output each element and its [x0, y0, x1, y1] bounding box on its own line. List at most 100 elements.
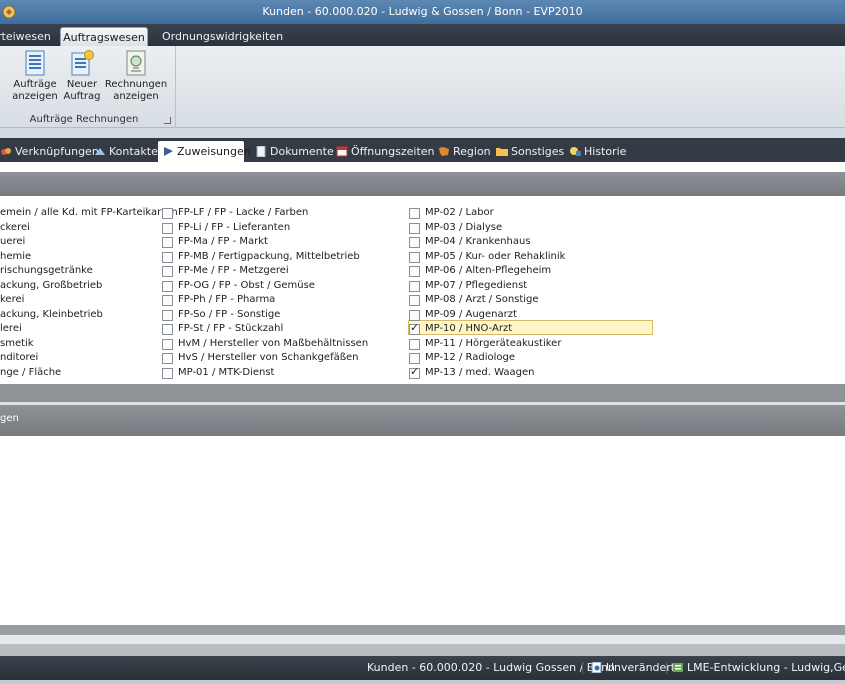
- tab-zuweisungen[interactable]: Zuweisungen: [158, 141, 251, 162]
- button-label-line1: Neuer: [66, 79, 98, 90]
- tab-sonstiges[interactable]: Sonstiges: [496, 141, 564, 162]
- history-icon: [569, 146, 581, 157]
- lower-section-title: gen: [0, 413, 19, 424]
- checklist-item-label: MP-01 / MTK-Dienst: [178, 366, 275, 378]
- checklist-item-label: HvM / Hersteller von Maßbehältnissen: [178, 337, 369, 349]
- checklist-item-label: FP-Me / FP - Metzgerei: [178, 265, 289, 276]
- title-bar: Kunden - 60.000.020 - Ludwig & Gossen / …: [0, 0, 845, 24]
- button-label-line1: Aufträge: [13, 79, 57, 90]
- tab-label: Sonstiges: [511, 145, 565, 158]
- checkbox[interactable]: [409, 280, 420, 292]
- list-item-label: ackung, Kleinbetrieb: [0, 308, 103, 320]
- checkbox[interactable]: [409, 338, 420, 350]
- folder-icon: [496, 146, 508, 157]
- lower-footer-bar: [0, 625, 845, 635]
- checkbox[interactable]: [409, 295, 420, 306]
- checkbox[interactable]: [162, 237, 173, 248]
- spacer-strip: [0, 635, 845, 644]
- tab-historie[interactable]: Historie: [569, 141, 626, 162]
- checkbox[interactable]: [409, 366, 420, 379]
- tab-label: Historie: [584, 145, 627, 158]
- region-icon: [438, 146, 450, 157]
- button-label-line2: anzeigen: [113, 91, 159, 102]
- ribbon-group-auftraege: Aufträge anzeigen Neuer Auftrag Rechnung…: [0, 46, 176, 128]
- checklist-item-label: MP-02 / Labor: [425, 207, 494, 218]
- lower-content-pane: [0, 436, 845, 624]
- checklist-item-label: MP-06 / Alten-Pflegeheim: [425, 265, 552, 276]
- checklist-item-label: FP-Ph / FP - Pharma: [178, 294, 276, 305]
- checkbox[interactable]: [162, 222, 173, 234]
- checkbox[interactable]: [162, 208, 173, 219]
- status-separator: [666, 662, 667, 674]
- checklist-item-label: MP-03 / Dialyse: [425, 221, 503, 233]
- checklist-item-label: FP-LF / FP - Lacke / Farben: [178, 207, 309, 218]
- tab-kontakte[interactable]: Kontakte: [94, 141, 158, 162]
- button-label-line2: anzeigen: [12, 91, 58, 102]
- rechnungen-anzeigen-button[interactable]: Rechnungen anzeigen: [104, 50, 168, 103]
- auftraege-anzeigen-button[interactable]: Aufträge anzeigen: [12, 50, 58, 103]
- ribbon-tab-ordnungswidrigkeiten[interactable]: Ordnungswidrigkeiten: [162, 27, 283, 46]
- checklist-item-label: MP-12 / Radiologe: [425, 352, 515, 363]
- checkbox[interactable]: [409, 251, 420, 263]
- list-item-label: uerei: [0, 236, 26, 247]
- button-label-line1: Rechnungen: [104, 79, 168, 90]
- checkbox[interactable]: [409, 222, 420, 234]
- link-icon: [0, 146, 12, 157]
- checkbox[interactable]: [162, 280, 173, 292]
- tab-oeffnungszeiten[interactable]: Öffnungszeiten: [336, 141, 435, 162]
- tab-label: Verknüpfungen: [15, 145, 99, 158]
- status-separator: [582, 662, 583, 674]
- checkbox[interactable]: [162, 353, 173, 364]
- new-document-icon: [71, 50, 94, 76]
- detail-tab-strip: Verknüpfungen Kontakte Zuweisungen Dokum…: [0, 138, 845, 164]
- checkbox[interactable]: [409, 309, 420, 321]
- checkbox[interactable]: [162, 266, 173, 277]
- checklist-footer-bar: [0, 384, 845, 402]
- list-item-label: nditorei: [0, 352, 39, 363]
- lower-section-header: gen: [0, 405, 845, 436]
- checkbox[interactable]: [162, 251, 173, 263]
- checklist-item-label: MP-05 / Kur- oder Rehaklinik: [425, 250, 566, 262]
- tab-label: Kontakte: [109, 145, 158, 158]
- status-record: Kunden - 60.000.020 - Ludwig Gossen / Bo…: [367, 661, 616, 674]
- checkbox[interactable]: [162, 309, 173, 321]
- checklist-item-label: HvS / Hersteller von Schankgefäßen: [178, 352, 359, 363]
- list-item-label: ckerei: [0, 221, 30, 233]
- checkbox[interactable]: [162, 338, 173, 350]
- document-icon: [255, 145, 267, 158]
- ribbon-tab-auftragswesen[interactable]: Auftragswesen: [60, 27, 148, 46]
- invoice-icon: [126, 50, 146, 76]
- button-label-line2: Auftrag: [63, 91, 101, 102]
- checkbox[interactable]: [409, 237, 420, 248]
- tab-region[interactable]: Region: [438, 141, 491, 162]
- status-state: Unverändert: [591, 661, 675, 674]
- database-icon: [672, 662, 684, 673]
- tab-dokumente[interactable]: Dokumente: [255, 141, 334, 162]
- tab-verknuepfungen[interactable]: Verknüpfungen: [0, 141, 99, 162]
- checklist-item-label: MP-10 / HNO-Arzt: [425, 323, 513, 334]
- ribbon-panel: Aufträge anzeigen Neuer Auftrag Rechnung…: [0, 46, 845, 128]
- checklist-item-label: MP-09 / Augenarzt: [425, 308, 517, 320]
- checklist-item-label: FP-Ma / FP - Markt: [178, 236, 268, 247]
- unchanged-icon: [591, 661, 603, 674]
- checkbox[interactable]: [409, 353, 420, 364]
- calendar-icon: [336, 146, 348, 157]
- list-item-label: ackung, Großbetrieb: [0, 279, 103, 291]
- checklist-item-label: MP-04 / Krankenhaus: [425, 236, 531, 247]
- status-state-label: Unverändert: [606, 661, 676, 674]
- checklist-item-label: MP-11 / Hörgeräteakustiker: [425, 337, 562, 349]
- flag-icon: [162, 146, 174, 157]
- checkbox[interactable]: [409, 266, 420, 277]
- checkbox[interactable]: [409, 208, 420, 219]
- checkbox[interactable]: [162, 324, 173, 335]
- ribbon-tab-karteiwesen[interactable]: rteiwesen: [0, 27, 53, 46]
- neuer-auftrag-button[interactable]: Neuer Auftrag: [62, 50, 102, 103]
- checkbox[interactable]: [409, 322, 420, 335]
- window-title: Kunden - 60.000.020 - Ludwig & Gossen / …: [262, 5, 583, 18]
- list-item-label: lerei: [0, 323, 22, 334]
- dialog-launcher-icon[interactable]: [164, 117, 171, 124]
- checklist-item-label: FP-So / FP - Sonstige: [178, 308, 281, 320]
- checkbox[interactable]: [162, 295, 173, 306]
- tab-label: Zuweisungen: [177, 145, 251, 158]
- checkbox[interactable]: [162, 367, 173, 379]
